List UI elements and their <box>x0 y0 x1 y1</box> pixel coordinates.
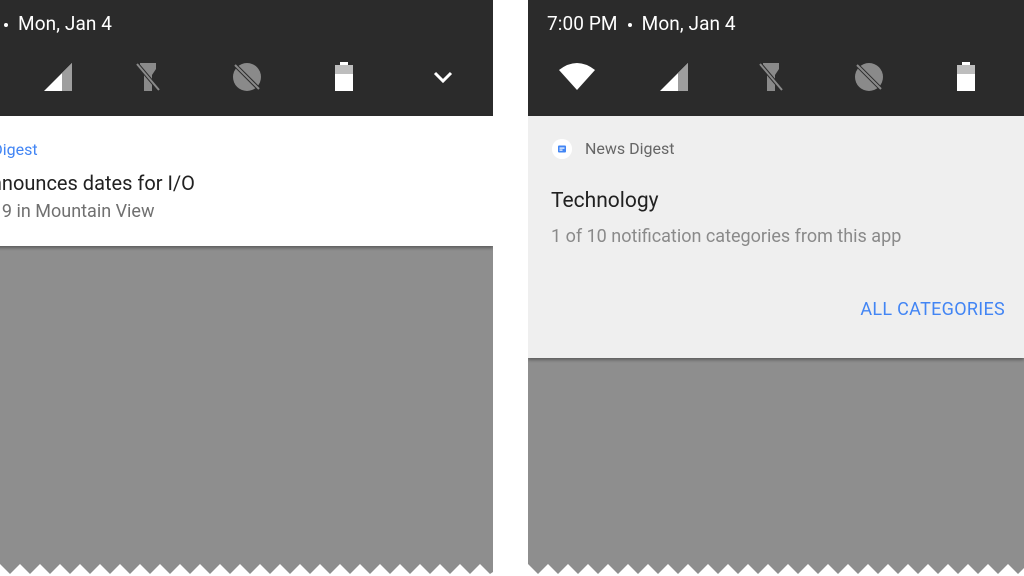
status-line: Mon, Jan 4 <box>0 12 112 35</box>
status-bar: Mon, Jan 4 <box>0 0 493 116</box>
status-bar: 7:00 PM Mon, Jan 4 <box>528 0 1024 116</box>
quick-settings-row <box>528 57 1024 97</box>
right-phone-screen: 7:00 PM Mon, Jan 4 News Digest Technolog… <box>528 0 1024 576</box>
notification-subtitle: 1 of 10 notification categories from thi… <box>551 226 902 247</box>
notification-app-name: News Digest <box>585 139 675 158</box>
status-time: 7:00 PM <box>547 12 618 35</box>
battery-icon[interactable] <box>946 57 986 97</box>
notification-card[interactable]: s Digest announces dates for I/O –19 in … <box>0 116 493 246</box>
location-off-icon[interactable] <box>849 57 889 97</box>
all-categories-button[interactable]: ALL CATEGORIES <box>860 299 1005 320</box>
status-date: Mon, Jan 4 <box>18 12 113 35</box>
flashlight-off-icon[interactable] <box>128 57 168 97</box>
flashlight-off-icon[interactable] <box>751 57 791 97</box>
news-digest-app-icon <box>552 139 572 159</box>
torn-edge <box>528 562 1024 576</box>
notification-app-name: s Digest <box>0 140 38 159</box>
separator-dot <box>4 22 8 27</box>
location-off-icon[interactable] <box>227 57 267 97</box>
notification-title: Technology <box>551 189 659 213</box>
separator-dot <box>627 22 632 27</box>
notification-title: announces dates for I/O <box>0 171 195 195</box>
quick-settings-row <box>0 57 493 97</box>
torn-edge <box>0 562 493 576</box>
wifi-icon[interactable] <box>557 57 597 97</box>
left-phone-screen: Mon, Jan 4 s Digest announces dates for … <box>0 0 493 576</box>
cell-signal-icon[interactable] <box>654 57 694 97</box>
notification-card[interactable]: News Digest Technology 1 of 10 notificat… <box>528 116 1024 358</box>
status-line: 7:00 PM Mon, Jan 4 <box>547 12 736 35</box>
status-date: Mon, Jan 4 <box>641 12 736 35</box>
chevron-down-icon[interactable] <box>423 57 463 97</box>
cell-signal-icon[interactable] <box>38 57 78 97</box>
notification-subtitle: –19 in Mountain View <box>0 201 155 222</box>
battery-icon[interactable] <box>324 57 364 97</box>
